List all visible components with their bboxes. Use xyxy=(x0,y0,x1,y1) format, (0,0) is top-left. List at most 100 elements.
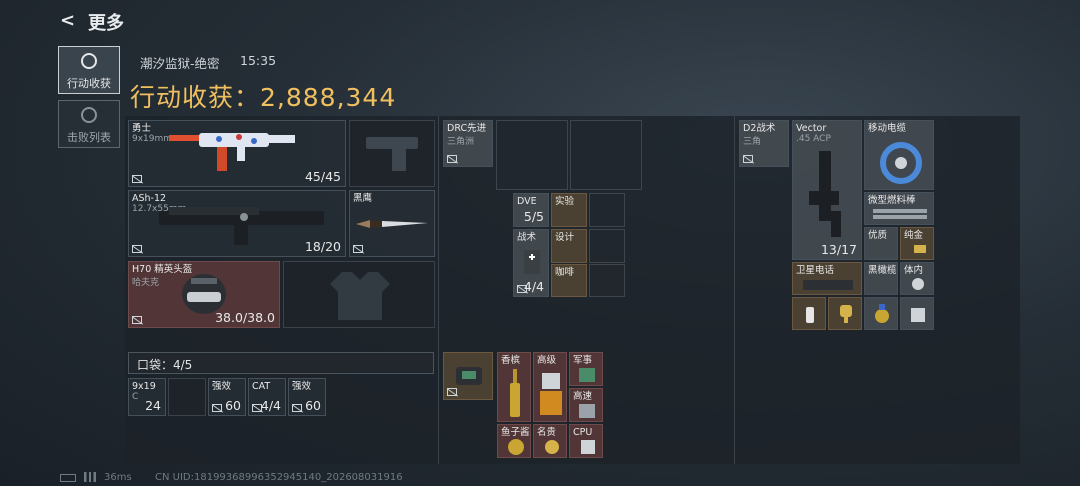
pocket-item[interactable]: 强效 60 xyxy=(208,378,246,416)
secondary-weapon-slot[interactable]: ASh-12 12.7x55mm 18/20 xyxy=(128,190,346,257)
chest-rig-slot[interactable]: DRC先进 三角洲 xyxy=(443,120,493,167)
pocket-bar: 口袋：4/5 xyxy=(128,352,434,374)
safe-box-slot[interactable]: D2战术 三角 xyxy=(739,120,789,167)
pocket-empty-slot[interactable] xyxy=(168,378,206,416)
tab-kill-list[interactable]: 击败列表 xyxy=(58,100,120,148)
target-icon xyxy=(81,53,97,69)
safe-item[interactable]: 移动电缆 xyxy=(864,120,934,190)
safe-box-name: D2战术 xyxy=(743,123,776,134)
armor-slot[interactable] xyxy=(283,261,435,328)
rig-grid-cell xyxy=(589,264,625,297)
watch-icon xyxy=(540,373,562,415)
safe-item-vector[interactable]: Vector .45 ACP 13/17 xyxy=(792,120,862,260)
rig-item[interactable]: 战术 4/4 xyxy=(513,229,549,297)
safe-item[interactable] xyxy=(900,297,934,330)
backpack-item-name: CPU xyxy=(573,427,593,438)
safe-item-count: 13/17 xyxy=(820,242,857,257)
primary-weapon-ammo: 45/45 xyxy=(304,169,341,184)
fuel-rod-icon xyxy=(873,209,927,219)
backpack-item[interactable]: 鱼子酱 xyxy=(497,424,531,458)
rig-item[interactable]: DVE 5/5 xyxy=(513,193,549,227)
safe-item[interactable]: 体内 xyxy=(900,262,934,295)
tab-loot[interactable]: 行动收获 xyxy=(58,46,120,94)
chest-rig-sub: 三角洲 xyxy=(447,137,475,147)
implant-icon xyxy=(912,278,924,290)
safe-item-name: 黑橄榄 xyxy=(868,265,897,276)
helmet-slot[interactable]: H70 精英头盔 哈夫克 38.0/38.0 xyxy=(128,261,280,328)
loot-value: 行动收获：2,888,344 xyxy=(130,83,397,112)
secondary-weapon-ammo: 18/20 xyxy=(304,239,341,254)
caviar-icon xyxy=(508,439,524,455)
safe-item-name: 卫星电话 xyxy=(796,265,835,276)
backpack-item-name: 名贵 xyxy=(537,427,557,438)
backpack-item[interactable]: CPU xyxy=(569,424,603,458)
insured-icon xyxy=(132,316,142,324)
melee-name: 黑鹰 xyxy=(353,193,373,204)
luxury-watch-icon xyxy=(545,440,559,454)
backpack-item-name: 军事 xyxy=(573,355,593,366)
signal-icon xyxy=(84,472,96,482)
primary-weapon-name: 勇士 xyxy=(132,123,152,134)
pistol-slot[interactable] xyxy=(349,120,435,187)
smg-icon xyxy=(169,133,295,171)
insured-icon xyxy=(292,404,302,412)
insured-icon xyxy=(132,245,142,253)
pocket-item-count: 4/4 xyxy=(260,398,281,413)
backpack-item[interactable]: 名贵 xyxy=(533,424,567,458)
back-icon[interactable]: < xyxy=(60,10,75,31)
match-time: 15:35 xyxy=(240,53,277,68)
backpack-item[interactable]: 高速 xyxy=(569,388,603,422)
safe-item-sub: .45 ACP xyxy=(796,134,831,144)
rig-item-name: 咖啡 xyxy=(555,267,575,278)
drive-icon xyxy=(579,404,595,418)
safe-item[interactable]: 卫星电话 xyxy=(792,262,862,295)
rig-item-count: 4/4 xyxy=(523,279,544,294)
rig-item[interactable]: 设计 xyxy=(551,229,587,263)
insured-icon xyxy=(743,155,753,163)
melee-slot[interactable]: 黑鹰 xyxy=(349,190,435,257)
rig-grid-block xyxy=(570,120,642,190)
safe-item[interactable] xyxy=(864,297,898,330)
pocket-item-name: 强效 xyxy=(292,381,312,392)
safe-item-name: 微型燃料棒 xyxy=(868,195,916,206)
pocket-item[interactable]: 9x19 C 24 xyxy=(128,378,166,416)
user-uid: CN UID:18199368996352945140_202608031916 xyxy=(155,472,403,483)
backpack-item[interactable]: 军事 xyxy=(569,352,603,386)
sat-phone-icon xyxy=(803,280,853,290)
pocket-item-name: 强效 xyxy=(212,381,232,392)
safe-item[interactable] xyxy=(792,297,826,330)
safe-item-name: 纯金 xyxy=(904,230,924,241)
safe-item[interactable]: 微型燃料棒 xyxy=(864,192,934,225)
safe-item-name: 移动电缆 xyxy=(868,123,907,134)
helmet-brand: 哈夫克 xyxy=(132,278,160,288)
pocket-item-sub: C xyxy=(132,392,139,402)
pocket-item-name: 9x19 xyxy=(132,381,156,392)
backpack-item-name: 高速 xyxy=(573,391,593,402)
primary-weapon-slot[interactable]: 勇士 9x19mm 45/45 xyxy=(128,120,346,187)
backpack-slot[interactable] xyxy=(443,352,493,400)
tab-loot-label: 行动收获 xyxy=(67,77,111,90)
pocket-item[interactable]: 强效 60 xyxy=(288,378,326,416)
medal-icon xyxy=(875,304,889,323)
rig-item-name: 实验 xyxy=(555,196,575,207)
backpack-item[interactable]: 高级 xyxy=(533,352,567,422)
backpack-item-name: 香槟 xyxy=(501,355,521,366)
safe-item[interactable]: 纯金 xyxy=(900,227,934,260)
bottle-icon xyxy=(806,307,814,323)
pocket-item-count: 60 xyxy=(305,398,321,413)
gold-icon xyxy=(914,245,926,253)
armor-icon xyxy=(330,272,390,320)
tab-kill-list-label: 击败列表 xyxy=(67,131,111,144)
pocket-item[interactable]: CAT 4/4 xyxy=(248,378,286,416)
safe-item[interactable]: 黑橄榄 xyxy=(864,262,898,295)
backpack-item[interactable]: 香槟 xyxy=(497,352,531,422)
safe-item[interactable] xyxy=(828,297,862,330)
safe-item-name: 体内 xyxy=(904,265,924,276)
smg-icon xyxy=(809,151,841,237)
safe-item-name: Vector xyxy=(796,123,827,134)
divider xyxy=(734,116,735,464)
rig-item[interactable]: 实验 xyxy=(551,193,587,227)
rig-item[interactable]: 咖啡 xyxy=(551,264,587,297)
safe-item[interactable]: 优质 xyxy=(864,227,898,260)
chest-rig-name: DRC先进 xyxy=(447,123,487,134)
